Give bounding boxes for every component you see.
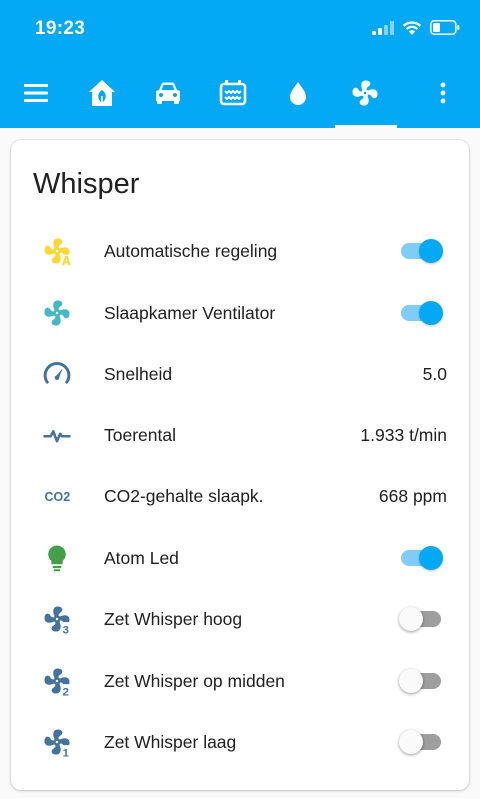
entity-label: Zet Whisper op midden — [104, 671, 285, 691]
entity-row-snelheid[interactable]: Snelheid 5.0 — [11, 354, 469, 394]
card-title: Whisper — [33, 168, 140, 200]
menu-button[interactable] — [14, 58, 58, 128]
entity-row-zet-whisper-op-midden: 2 Zet Whisper op midden — [11, 661, 469, 701]
fan-auto-icon — [39, 233, 75, 269]
signal-icon — [372, 20, 394, 35]
radiator-icon — [219, 80, 247, 106]
status-time: 19:23 — [35, 18, 86, 39]
status-icons — [372, 20, 460, 35]
entity-value: 668 ppm — [378, 486, 447, 506]
entity-row-automatische-regeling: Automatische regeling — [11, 231, 469, 271]
entity-row-co2-gehalte[interactable]: CO2 CO2-gehalte slaapk. 668 ppm — [11, 476, 469, 516]
battery-icon — [430, 20, 460, 35]
entity-label: Toerental — [104, 425, 176, 445]
slaapkamer-ventilator-toggle[interactable] — [399, 301, 443, 325]
entity-label: Zet Whisper laag — [104, 732, 237, 752]
car-icon — [156, 82, 180, 104]
tab-home[interactable] — [80, 58, 124, 128]
fan-icon — [352, 80, 378, 106]
entities-card: Whisper Automatische regeling Slaapkamer… — [11, 140, 469, 790]
entity-row-zet-whisper-laag: 1 Zet Whisper laag — [11, 722, 469, 762]
toggle-thumb — [419, 239, 443, 263]
tab-water[interactable] — [276, 58, 320, 128]
toggle-thumb — [399, 607, 423, 631]
active-tab-indicator — [335, 125, 397, 128]
entity-row-toerental[interactable]: Toerental 1.933 t/min — [11, 415, 469, 455]
lightbulb-icon — [39, 540, 75, 576]
toggle-thumb — [419, 301, 443, 325]
entity-label: Snelheid — [104, 364, 173, 384]
wifi-icon — [402, 21, 422, 35]
toggle-thumb — [399, 669, 423, 693]
fan-speed-digit: 1 — [63, 747, 69, 757]
zet-whisper-op-midden-toggle[interactable] — [399, 669, 443, 693]
fan-icon — [39, 295, 75, 331]
atom-led-toggle[interactable] — [399, 546, 443, 570]
status-bar: 19:23 — [0, 0, 480, 58]
pulse-icon — [39, 417, 75, 453]
fan-speed-3-icon: 3 — [39, 601, 75, 637]
fan-speed-1-icon: 1 — [39, 724, 75, 760]
toggle-thumb — [399, 730, 423, 754]
water-drop-icon — [290, 82, 306, 105]
home-leaf-icon — [89, 80, 115, 106]
more-options-button[interactable] — [421, 58, 465, 128]
entity-label: Atom Led — [104, 548, 179, 568]
fan-speed-2-icon: 2 — [39, 663, 75, 699]
fan-speed-digit: 3 — [63, 624, 69, 634]
tab-fan[interactable] — [343, 58, 387, 128]
menu-icon — [24, 84, 48, 102]
more-vert-icon — [440, 82, 446, 104]
entity-label: Zet Whisper hoog — [104, 609, 243, 629]
entity-label: Slaapkamer Ventilator — [104, 303, 276, 323]
entity-row-zet-whisper-hoog: 3 Zet Whisper hoog — [11, 599, 469, 639]
entity-value: 1.933 t/min — [360, 425, 447, 445]
entity-label: Automatische regeling — [104, 241, 278, 261]
entity-label: CO2-gehalte slaapk. — [104, 486, 264, 506]
zet-whisper-hoog-toggle[interactable] — [399, 607, 443, 631]
app-bar — [0, 58, 480, 128]
entity-row-slaapkamer-ventilator: Slaapkamer Ventilator — [11, 293, 469, 333]
toggle-thumb — [419, 546, 443, 570]
zet-whisper-laag-toggle[interactable] — [399, 730, 443, 754]
co2-icon-text: CO2 — [45, 490, 71, 504]
speedometer-icon — [39, 356, 75, 392]
tab-car[interactable] — [146, 58, 190, 128]
automatische-regeling-toggle[interactable] — [399, 239, 443, 263]
tab-heater[interactable] — [211, 58, 255, 128]
entity-value: 5.0 — [422, 364, 447, 384]
fan-speed-digit: 2 — [63, 686, 69, 696]
co2-icon: CO2 — [39, 478, 75, 514]
entity-row-atom-led: Atom Led — [11, 538, 469, 578]
